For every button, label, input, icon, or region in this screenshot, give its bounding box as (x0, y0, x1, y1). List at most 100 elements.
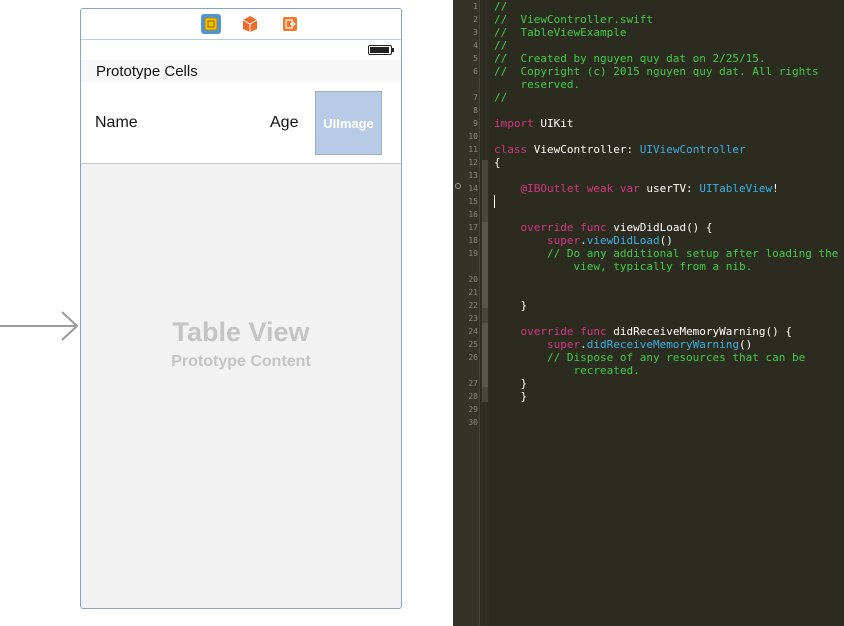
battery-icon (368, 45, 392, 55)
line-number: 8 (473, 106, 478, 115)
line-number: 4 (473, 41, 478, 50)
code-token: } (494, 390, 528, 403)
line-number: 18 (468, 236, 478, 245)
line-number: 20 (468, 275, 478, 284)
code-token: // (494, 91, 508, 104)
code-token: super (494, 234, 581, 247)
fold-region-viewdidload[interactable] (482, 222, 488, 308)
code-line: reserved. (494, 78, 580, 91)
line-number: 15 (468, 197, 478, 206)
code-line: // Dispose of any resources that can be (494, 351, 805, 364)
code-token: } (494, 299, 528, 312)
line-number: 6 (473, 67, 478, 76)
code-line: // Do any additional setup after loading… (494, 247, 838, 260)
text-cursor (494, 195, 495, 208)
code-line: // TableViewExample (494, 26, 626, 39)
code-token: // Copyright (c) 2015 nguyen quy dat. Al… (494, 65, 819, 78)
code-token: didReceiveMemoryWarning (586, 338, 740, 351)
line-number: 24 (468, 327, 478, 336)
code-token: reserved. (494, 78, 581, 91)
line-number: 9 (473, 119, 478, 128)
code-line: super.viewDidLoad() (494, 234, 673, 247)
table-section-header: Prototype Cells (81, 60, 401, 82)
line-number: 22 (468, 301, 478, 310)
code-text-area[interactable]: //// ViewController.swift// TableViewExa… (494, 0, 844, 626)
code-token: override func (494, 221, 607, 234)
code-token: recreated. (494, 364, 640, 377)
code-token: // (494, 39, 508, 52)
line-number: 21 (468, 288, 478, 297)
code-token: didReceiveMemoryWarning() { (606, 325, 793, 338)
code-token: UITableView (699, 182, 773, 195)
code-line: { (494, 156, 501, 169)
prototype-cell[interactable]: Name Age UIImage (81, 82, 401, 164)
first-responder-icon[interactable] (240, 14, 260, 34)
exit-icon[interactable] (280, 14, 300, 34)
code-token: override func (494, 325, 607, 338)
code-line: override func viewDidLoad() { (494, 221, 712, 234)
view-controller-scene[interactable]: Prototype Cells Name Age UIImage Table V… (80, 8, 402, 609)
code-line: recreated. (494, 364, 640, 377)
code-line: // Created by nguyen quy dat on 2/25/15. (494, 52, 766, 65)
cell-image-view[interactable]: UIImage (315, 91, 382, 155)
code-token: @IBOutlet weak var (494, 182, 640, 195)
code-token: import (494, 117, 534, 130)
outlet-connection-icon[interactable] (455, 183, 461, 189)
battery-nub (392, 48, 394, 52)
code-line: // (494, 0, 507, 13)
cell-age-label[interactable]: Age (270, 114, 298, 132)
line-number: 28 (468, 392, 478, 401)
code-editor[interactable]: 1 2 3 4 5 6 7 8 9 10 11 12 13 14 15 16 17 18 19 20 21 22 23 24 2… (453, 0, 844, 626)
code-token: . (580, 338, 587, 351)
section-header-title: Prototype Cells (96, 63, 198, 80)
line-number: 17 (468, 223, 478, 232)
line-number: 19 (468, 249, 478, 258)
code-line: // Copyright (c) 2015 nguyen quy dat. Al… (494, 65, 819, 78)
code-token: // ViewController.swift (494, 13, 653, 26)
table-view[interactable]: Table View Prototype Content (81, 164, 401, 608)
code-token: userTV: (639, 182, 700, 195)
code-line: // ViewController.swift (494, 13, 653, 26)
code-token: UIViewController (639, 143, 746, 156)
code-token: class (494, 143, 528, 156)
scene-dock (81, 9, 401, 40)
line-number: 16 (468, 210, 478, 219)
code-line: // (494, 39, 507, 52)
line-number: 26 (468, 353, 478, 362)
cell-name-label[interactable]: Name (95, 114, 138, 132)
code-line: view, typically from a nib. (494, 260, 752, 273)
code-token: viewDidLoad (586, 234, 660, 247)
code-token: . (580, 234, 587, 247)
line-number: 29 (468, 405, 478, 414)
code-token: // Created by nguyen quy dat on 2/25/15. (494, 52, 766, 65)
code-line: } (494, 299, 527, 312)
storyboard-canvas[interactable]: Prototype Cells Name Age UIImage Table V… (0, 0, 453, 626)
line-number: 11 (468, 145, 478, 154)
line-number: 5 (473, 54, 478, 63)
code-line: // (494, 91, 507, 104)
code-token: ViewController: (527, 143, 640, 156)
code-line: override func didReceiveMemoryWarning() … (494, 325, 792, 338)
line-number: 10 (468, 132, 478, 141)
line-number-gutter[interactable]: 1 2 3 4 5 6 7 8 9 10 11 12 13 14 15 16 17 18 19 20 21 22 23 24 2… (453, 0, 480, 626)
view-controller-icon[interactable] (201, 14, 221, 34)
code-line: import UIKit (494, 117, 574, 130)
line-number: 23 (468, 314, 478, 323)
code-line: } (494, 390, 527, 403)
line-number: 13 (468, 171, 478, 180)
initial-entry-arrow-icon[interactable] (0, 306, 82, 346)
fold-region-memory-warning[interactable] (482, 323, 488, 387)
line-number: 25 (468, 340, 478, 349)
code-token: view, typically from a nib. (494, 260, 753, 273)
code-token: // Dispose of any resources that can be (494, 351, 806, 364)
code-token: } (494, 377, 528, 390)
line-number: 27 (468, 379, 478, 388)
image-view-placeholder-label: UIImage (323, 115, 374, 131)
line-number: 30 (468, 418, 478, 427)
status-bar (81, 40, 401, 60)
code-token: () (739, 338, 753, 351)
code-token: // Do any additional setup after loading… (494, 247, 839, 260)
code-token: // TableViewExample (494, 26, 627, 39)
line-number: 12 (468, 158, 478, 167)
code-token: // (494, 0, 508, 13)
